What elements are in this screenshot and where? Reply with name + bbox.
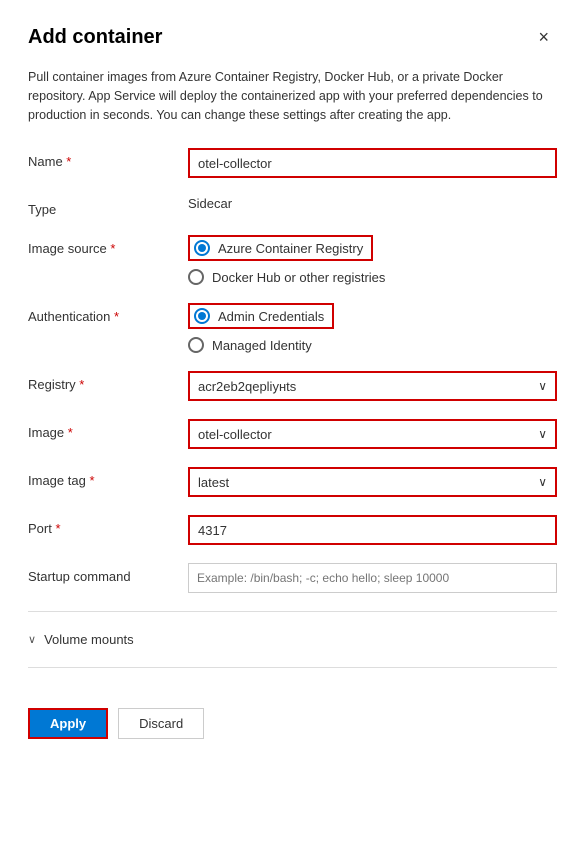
name-label: Name * [28,148,188,169]
registry-control: acr2eb2qepliунts [188,371,557,401]
divider [28,611,557,612]
image-source-option1[interactable]: Azure Container Registry [188,235,557,261]
registry-row: Registry * acr2eb2qepliунts [28,371,557,401]
authentication-control: Admin Credentials Managed Identity [188,303,557,353]
startup-command-input[interactable] [188,563,557,593]
authentication-label: Authentication * [28,303,188,324]
registry-select[interactable]: acr2eb2qepliунts [188,371,557,401]
type-row: Type Sidecar [28,196,557,217]
image-tag-select[interactable]: latest [188,467,557,497]
startup-command-row: Startup command [28,563,557,593]
startup-command-control [188,563,557,593]
image-source-radio1 [194,240,210,256]
divider2 [28,667,557,668]
port-control [188,515,557,545]
image-select-wrapper: otel-collector [188,419,557,449]
chevron-down-icon: ∨ [28,633,36,646]
image-source-control: Azure Container Registry Docker Hub or o… [188,235,557,285]
port-row: Port * [28,515,557,545]
discard-button[interactable]: Discard [118,708,204,739]
authentication-radio1 [194,308,210,324]
image-tag-select-wrapper: latest [188,467,557,497]
image-select[interactable]: otel-collector [188,419,557,449]
image-source-option2[interactable]: Docker Hub or other registries [188,269,557,285]
authentication-row: Authentication * Admin Credentials Manag… [28,303,557,353]
volume-mounts-row[interactable]: ∨ Volume mounts [28,628,557,651]
footer: Apply Discard [28,692,557,739]
close-button[interactable]: × [530,24,557,50]
authentication-option1-box: Admin Credentials [188,303,334,329]
image-tag-row: Image tag * latest [28,467,557,497]
dialog-header: Add container × [28,24,557,50]
image-source-radio-group: Azure Container Registry Docker Hub or o… [188,235,557,285]
name-row: Name * [28,148,557,178]
authentication-radio-group: Admin Credentials Managed Identity [188,303,557,353]
image-control: otel-collector [188,419,557,449]
image-label: Image * [28,419,188,440]
port-label: Port * [28,515,188,536]
dialog-title: Add container [28,26,162,49]
name-control [188,148,557,178]
port-input[interactable] [188,515,557,545]
image-row: Image * otel-collector [28,419,557,449]
apply-button[interactable]: Apply [28,708,108,739]
startup-command-label: Startup command [28,563,188,584]
image-source-row: Image source * Azure Container Registry … [28,235,557,285]
image-tag-label: Image tag * [28,467,188,488]
authentication-option2[interactable]: Managed Identity [188,337,557,353]
image-source-label: Image source * [28,235,188,256]
authentication-radio2 [188,337,204,353]
authentication-option1[interactable]: Admin Credentials [188,303,557,329]
add-container-dialog: Add container × Pull container images fr… [0,0,585,852]
image-source-radio2 [188,269,204,285]
registry-label: Registry * [28,371,188,392]
dialog-description: Pull container images from Azure Contain… [28,68,557,124]
type-label: Type [28,196,188,217]
image-source-option1-box: Azure Container Registry [188,235,373,261]
registry-select-wrapper: acr2eb2qepliунts [188,371,557,401]
name-input[interactable] [188,148,557,178]
type-value: Sidecar [188,196,557,211]
volume-mounts-label: Volume mounts [44,632,134,647]
image-tag-control: latest [188,467,557,497]
